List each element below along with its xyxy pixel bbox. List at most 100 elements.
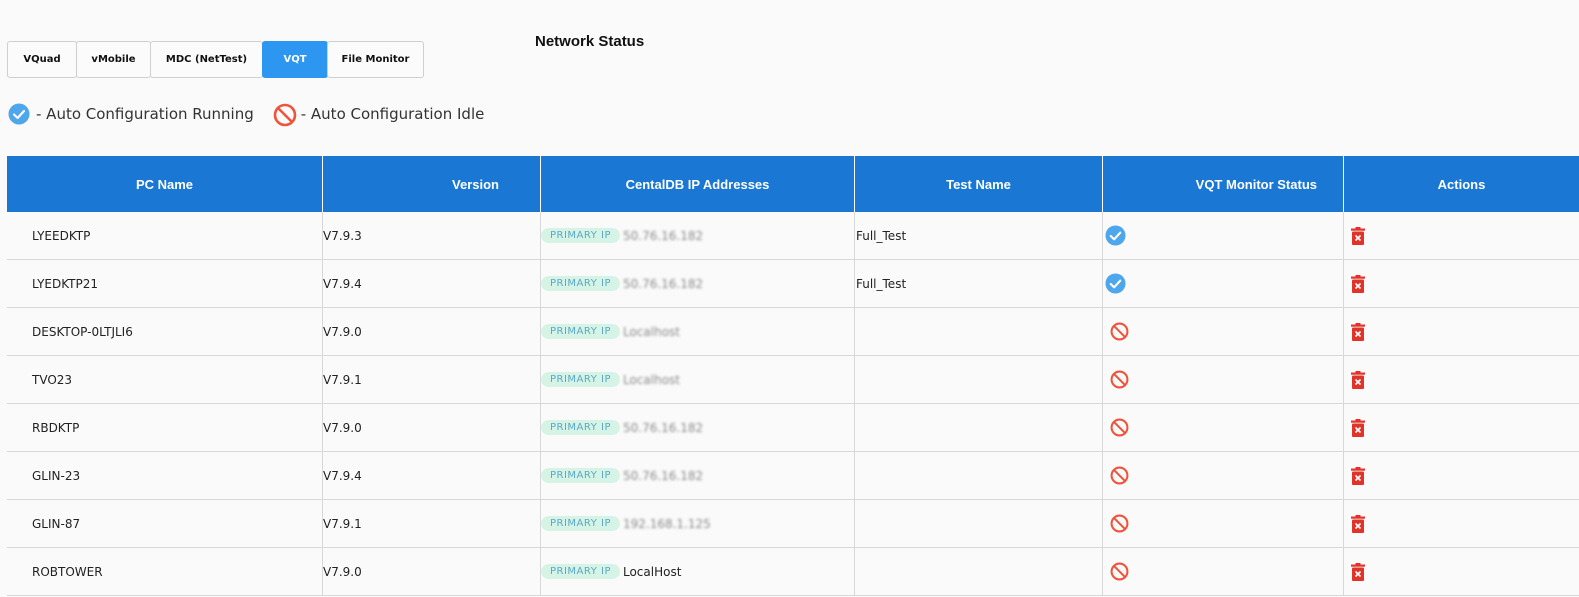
actions-cell [1344, 260, 1579, 307]
ip-address-value: LocalHost [622, 564, 682, 579]
version-cell: V7.9.1 [323, 500, 541, 547]
legend-running-label: - Auto Configuration Running [36, 105, 254, 123]
version-cell: V7.9.0 [323, 548, 541, 595]
header-pc-name[interactable]: PC Name [7, 156, 323, 212]
table-header: PC Name Version CentalDB IP Addresses Te… [7, 156, 1579, 212]
table-row: LYEDKTP21 V7.9.4 PRIMARY IP 50.76.16.182… [7, 260, 1579, 308]
pc-name-cell: RBDKTP [7, 404, 323, 451]
ip-cell: PRIMARY IP 192.168.1.125 [541, 500, 855, 547]
delete-icon[interactable] [1350, 274, 1366, 293]
primary-ip-badge: PRIMARY IP [541, 324, 620, 339]
delete-icon[interactable] [1350, 322, 1366, 341]
ip-cell: PRIMARY IP LocalHost [541, 548, 855, 595]
product-tabs: VQuad vMobile MDC (NetTest) VQT File Mon… [7, 41, 424, 78]
delete-icon[interactable] [1350, 370, 1366, 389]
ban-icon [1110, 562, 1129, 581]
version-cell: V7.9.1 [323, 356, 541, 403]
tab-vmobile[interactable]: vMobile [76, 41, 151, 78]
table-body: LYEEDKTP V7.9.3 PRIMARY IP 50.76.16.182 … [7, 212, 1579, 596]
test-name-cell: Full_Test [855, 260, 1103, 307]
pc-name-cell: LYEEDKTP [7, 212, 323, 259]
actions-cell [1344, 500, 1579, 547]
version-cell: V7.9.4 [323, 260, 541, 307]
ip-address-value: Localhost [622, 324, 680, 339]
table-row: ROBTOWER V7.9.0 PRIMARY IP LocalHost [7, 548, 1579, 596]
ip-cell: PRIMARY IP Localhost [541, 308, 855, 355]
tab-file-monitor[interactable]: File Monitor [327, 41, 424, 78]
primary-ip-badge: PRIMARY IP [541, 276, 620, 291]
test-name-cell [855, 548, 1103, 595]
pc-name-cell: LYEDKTP21 [7, 260, 323, 307]
header-test-name[interactable]: Test Name [855, 156, 1103, 212]
primary-ip-badge: PRIMARY IP [541, 468, 620, 483]
pc-name-cell: ROBTOWER [7, 548, 323, 595]
actions-cell [1344, 404, 1579, 451]
monitor-status-cell [1103, 452, 1344, 499]
monitor-status-cell [1103, 500, 1344, 547]
test-name-cell: Full_Test [855, 212, 1103, 259]
delete-icon[interactable] [1350, 418, 1366, 437]
header-actions: Actions [1437, 176, 1486, 192]
test-name-cell [855, 404, 1103, 451]
table-row: DESKTOP-0LTJLI6 V7.9.0 PRIMARY IP Localh… [7, 308, 1579, 356]
actions-cell [1344, 452, 1579, 499]
legend-running: - Auto Configuration Running [8, 103, 254, 125]
test-name-cell [855, 356, 1103, 403]
table-row: TVO23 V7.9.1 PRIMARY IP Localhost [7, 356, 1579, 404]
ip-address-value: 50.76.16.182 [622, 228, 704, 243]
test-name-cell [855, 452, 1103, 499]
table-row: RBDKTP V7.9.0 PRIMARY IP 50.76.16.182 [7, 404, 1579, 452]
pc-name-cell: GLIN-23 [7, 452, 323, 499]
delete-icon[interactable] [1350, 562, 1366, 581]
actions-cell [1344, 212, 1579, 259]
ip-cell: PRIMARY IP 50.76.16.182 [541, 212, 855, 259]
tab-vqt[interactable]: VQT [262, 41, 328, 78]
status-legend: - Auto Configuration Running - Auto Conf… [8, 103, 485, 127]
check-circle-icon [1105, 225, 1126, 246]
ip-address-value: 50.76.16.182 [622, 420, 704, 435]
check-circle-icon [8, 103, 30, 125]
monitor-status-cell [1103, 212, 1344, 259]
tab-vquad[interactable]: VQuad [7, 41, 77, 78]
ip-address-value: 192.168.1.125 [622, 516, 711, 531]
header-ip-addresses[interactable]: CentalDB IP Addresses [541, 156, 855, 212]
network-status-table: PC Name Version CentalDB IP Addresses Te… [7, 156, 1579, 596]
ban-icon [1110, 466, 1129, 485]
header-version[interactable]: Version [323, 156, 541, 212]
ip-address-value: 50.76.16.182 [622, 276, 704, 291]
ban-icon [1110, 418, 1129, 437]
header-monitor-status[interactable]: VQT Monitor Status [1103, 156, 1344, 212]
actions-cell [1344, 356, 1579, 403]
actions-cell [1344, 308, 1579, 355]
tab-mdc-nettest[interactable]: MDC (NetTest) [150, 41, 263, 78]
delete-icon[interactable] [1350, 514, 1366, 533]
test-name-cell [855, 308, 1103, 355]
version-cell: V7.9.3 [323, 212, 541, 259]
monitor-status-cell [1103, 260, 1344, 307]
pc-name-cell: GLIN-87 [7, 500, 323, 547]
ip-address-value: Localhost [622, 372, 680, 387]
primary-ip-badge: PRIMARY IP [541, 372, 620, 387]
delete-icon[interactable] [1350, 226, 1366, 245]
monitor-status-cell [1103, 548, 1344, 595]
ip-address-value: 50.76.16.182 [622, 468, 704, 483]
primary-ip-badge: PRIMARY IP [541, 420, 620, 435]
pc-name-cell: DESKTOP-0LTJLI6 [7, 308, 323, 355]
check-circle-icon [1105, 273, 1126, 294]
version-cell: V7.9.4 [323, 452, 541, 499]
ban-icon [273, 103, 297, 127]
test-name-cell [855, 500, 1103, 547]
ban-icon [1110, 514, 1129, 533]
actions-cell [1344, 548, 1579, 595]
page-title: Network Status [535, 33, 645, 50]
primary-ip-badge: PRIMARY IP [541, 516, 620, 531]
ip-cell: PRIMARY IP Localhost [541, 356, 855, 403]
legend-idle: - Auto Configuration Idle [273, 103, 485, 127]
legend-idle-label: - Auto Configuration Idle [300, 105, 485, 123]
version-cell: V7.9.0 [323, 308, 541, 355]
pc-name-cell: TVO23 [7, 356, 323, 403]
delete-icon[interactable] [1350, 466, 1366, 485]
monitor-status-cell [1103, 356, 1344, 403]
table-row: GLIN-23 V7.9.4 PRIMARY IP 50.76.16.182 [7, 452, 1579, 500]
table-row: LYEEDKTP V7.9.3 PRIMARY IP 50.76.16.182 … [7, 212, 1579, 260]
